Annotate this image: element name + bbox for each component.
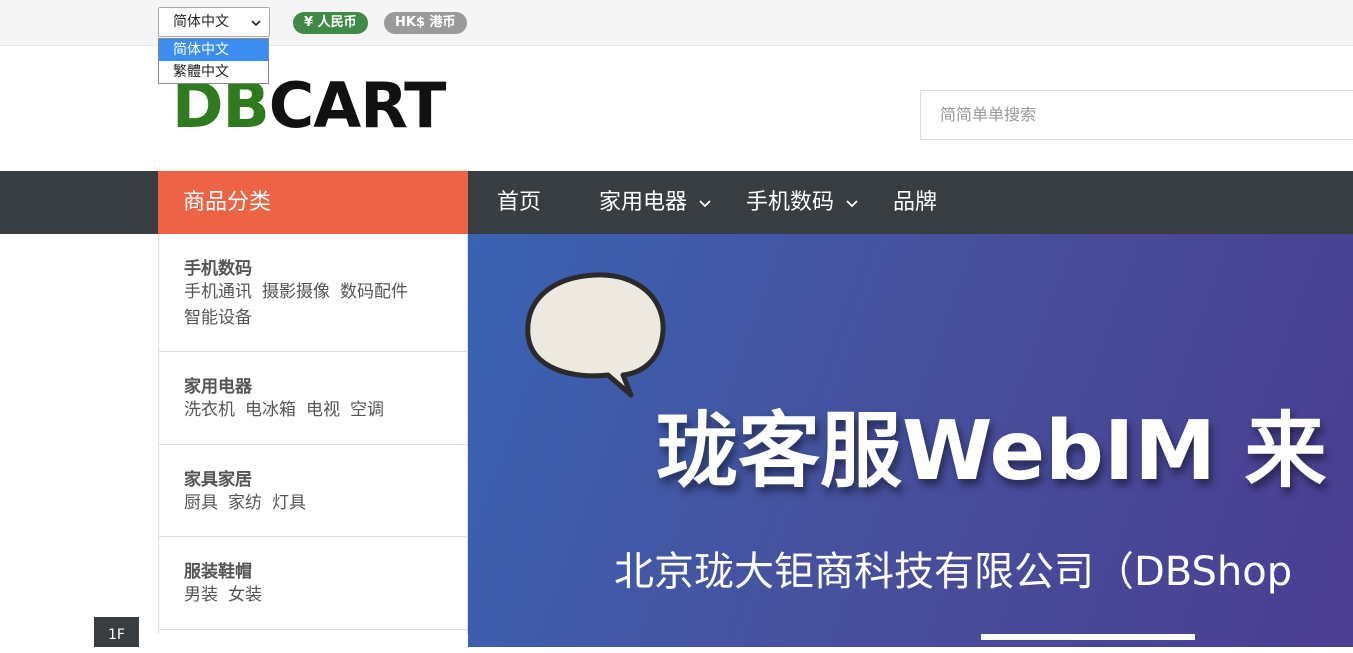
banner-subtitle: 北京珑大钜商科技有限公司（DBShop (614, 549, 1293, 595)
category-link[interactable]: 灯具 (272, 493, 306, 513)
category-links: 男装 女装 (184, 582, 467, 608)
category-link[interactable]: 手机通讯 (184, 282, 252, 302)
language-select[interactable]: 简体中文 (158, 7, 270, 37)
nav-item-appliances[interactable]: 家用电器 (599, 171, 712, 234)
category-link[interactable]: 摄影摄像 (262, 282, 330, 302)
category-title[interactable]: 家具家居 (184, 465, 467, 490)
category-link[interactable]: 电视 (306, 400, 340, 420)
category-links: 厨具 家纺 灯具 (184, 490, 467, 516)
category-link[interactable]: 空调 (350, 400, 384, 420)
category-title[interactable]: 家用电器 (184, 372, 467, 397)
language-dropdown-list: 简体中文 繁體中文 (158, 38, 269, 84)
nav-item-label: 家用电器 (599, 190, 688, 215)
banner-divider (981, 634, 1195, 640)
chevron-down-icon (251, 20, 261, 27)
category-block: 家具家居 厨具 家纺 灯具 (159, 445, 467, 537)
language-option-traditional[interactable]: 繁體中文 (159, 61, 268, 83)
chevron-down-icon (699, 200, 711, 208)
category-title[interactable]: 服装鞋帽 (184, 557, 467, 582)
nav-item-label: 品牌 (893, 190, 938, 215)
category-block: 家用电器 洗衣机 电冰箱 电视 空调 (159, 352, 467, 445)
nav-item-label: 手机数码 (746, 190, 835, 215)
category-link[interactable]: 男装 (184, 585, 218, 605)
category-link[interactable]: 家纺 (228, 493, 262, 513)
speech-bubble-icon (525, 272, 666, 398)
logo-part-cart: CART (268, 69, 447, 142)
category-links: 手机通讯 摄影摄像 数码配件智能设备 (184, 279, 444, 331)
category-link[interactable]: 洗衣机 (184, 400, 235, 420)
category-link[interactable]: 女装 (228, 585, 262, 605)
floor-tag[interactable]: 1F (94, 617, 139, 647)
currency-rmb-button[interactable]: ¥ 人民币 (293, 12, 368, 34)
search-input[interactable]: 简简单单搜索 (920, 90, 1353, 140)
category-sidebar: 手机数码 手机通讯 摄影摄像 数码配件智能设备 家用电器 洗衣机 电冰箱 电视 空调 家具… (158, 234, 468, 634)
category-link[interactable]: 电冰箱 (245, 400, 296, 420)
category-links: 洗衣机 电冰箱 电视 空调 (184, 397, 467, 423)
hero-banner[interactable]: 珑客服WebIM 来 北京珑大钜商科技有限公司（DBShop (468, 234, 1353, 647)
currency-hkd-button[interactable]: HK$ 港币 (384, 12, 467, 34)
main-nav: 商品分类 首页 家用电器 手机数码 品牌 (0, 171, 1353, 234)
nav-item-digital[interactable]: 手机数码 (746, 171, 859, 234)
nav-item-brand[interactable]: 品牌 (893, 171, 937, 234)
category-title[interactable]: 手机数码 (184, 254, 467, 279)
language-select-value: 简体中文 (173, 14, 229, 30)
chevron-down-icon (846, 200, 858, 208)
category-block: 服装鞋帽 男装 女装 (159, 537, 467, 630)
banner-title: 珑客服WebIM 来 (656, 404, 1327, 499)
nav-item-home[interactable]: 首页 (497, 171, 541, 234)
nav-item-label: 首页 (497, 190, 542, 215)
category-menu-title[interactable]: 商品分类 (158, 171, 468, 234)
category-link[interactable]: 数码配件 (340, 282, 408, 302)
category-link[interactable]: 厨具 (184, 493, 218, 513)
language-option-simplified[interactable]: 简体中文 (159, 39, 268, 61)
category-block: 手机数码 手机通讯 摄影摄像 数码配件智能设备 (159, 234, 467, 352)
category-link[interactable]: 智能设备 (184, 308, 252, 328)
